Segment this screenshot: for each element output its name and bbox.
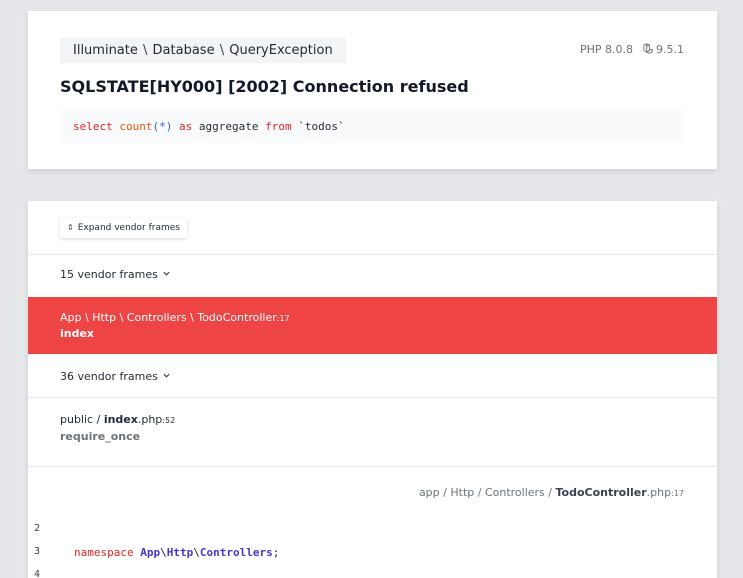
code-source: namespace App\Http\Controllers; [74,546,280,559]
laravel-version: 9.5.1 [656,43,684,56]
version-info: PHP 8.0.8 9.5.1 [580,43,684,56]
expand-vendor-frames-button[interactable]: ⇕ Expand vendor frames [60,218,187,238]
frame-path-part: public [60,413,94,426]
vendor-frames-group[interactable]: 15 vendor frames [60,268,170,281]
crumb-line-number: 17 [673,489,684,498]
frame-file-ext: .php [137,413,163,426]
sql-keyword: select [73,120,113,133]
chevron-down-icon [163,271,170,276]
sql-query: select count(*) as aggregate from `todos… [60,111,684,143]
stack-frame-active[interactable]: App \ Http \ Controllers \ TodoControlle… [28,297,717,354]
frame-path-part: Controllers [126,311,187,324]
stack-frame[interactable]: public / index.php:52 require_once [60,413,175,443]
code-line-number: 2 [34,523,41,534]
code-keyword: namespace [74,546,134,559]
file-breadcrumb[interactable]: app / Http / Controllers / TodoControlle… [419,486,684,499]
vendor-frames-label: 15 vendor frames [60,268,158,281]
vendor-frames-group[interactable]: 36 vendor frames [60,370,170,383]
divider [28,254,717,255]
frame-file-name: index [103,413,138,426]
exception-class-part: Illuminate [73,43,138,58]
frame-path-part: TodoController [197,311,277,324]
code-punctuation: ; [272,546,280,559]
exception-header-card: Illuminate \ Database \ QueryException P… [28,11,717,169]
divider [28,466,717,467]
sql-keyword: from [265,120,292,133]
crumb-part: Http [450,486,475,499]
exception-message: SQLSTATE[HY000] [2002] Connection refuse… [60,77,469,96]
stack-trace-card: ⇕ Expand vendor frames 15 vendor frames A… [28,201,717,578]
exception-class-part: QueryException [229,43,333,58]
sql-keyword: as [179,120,193,133]
sql-function: count [119,120,153,133]
crumb-part: app [418,486,440,499]
crumb-part: Controllers [484,486,545,499]
crumb-file-name: TodoController [555,486,647,499]
code-namespace-part: Http [166,546,194,559]
frame-method: require_once [60,430,141,443]
laravel-icon [643,43,653,54]
exception-class[interactable]: Illuminate \ Database \ QueryException [60,38,346,63]
divider [28,397,717,398]
frame-line-number: 17 [279,314,290,323]
php-version: PHP 8.0.8 [579,43,633,56]
sql-alias: aggregate [198,120,259,133]
frame-path-part: Http [92,311,117,324]
frame-method: index [60,327,95,340]
crumb-file-ext: .php [646,486,672,499]
frame-path-part: App [60,311,82,324]
sql-table: `todos` [298,120,345,133]
frame-line-number: 52 [164,416,176,425]
exception-class-part: Database [152,43,215,58]
expand-vendor-frames-label: Expand vendor frames [77,223,180,233]
frame-path: App \ Http \ Controllers \ TodoControlle… [60,311,290,324]
code-line-number: 4 [34,569,41,578]
sql-args: (*) [152,120,173,133]
code-line-number: 3 [34,546,41,557]
vendor-frames-label: 36 vendor frames [60,370,158,383]
up-down-chevron-icon: ⇕ [67,223,74,232]
chevron-down-icon [163,373,170,378]
frame-path: public / index.php:52 [60,413,176,426]
code-namespace-part: Controllers [199,546,273,559]
code-namespace-part: App [140,546,161,559]
